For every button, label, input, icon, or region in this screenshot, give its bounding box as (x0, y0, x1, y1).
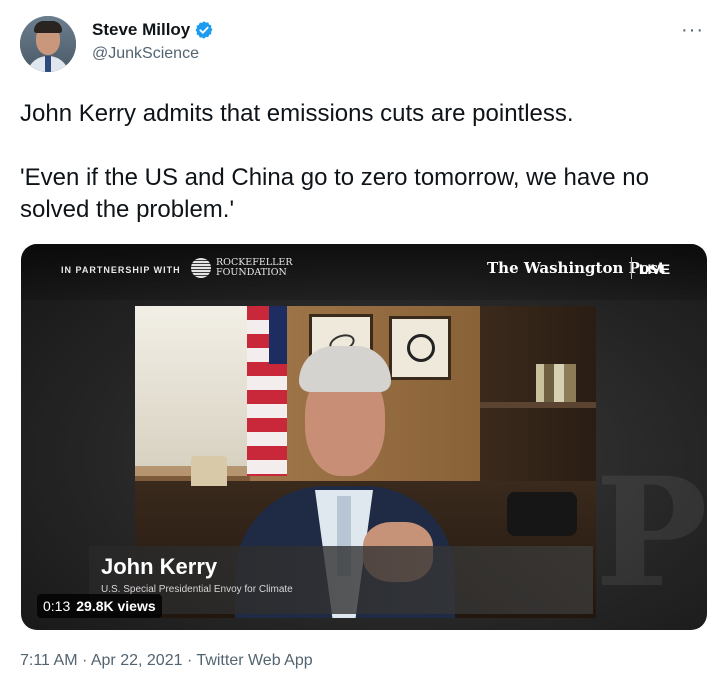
author-display-name[interactable]: Steve Milloy (92, 20, 190, 40)
tweet-text: John Kerry admits that emissions cuts ar… (20, 98, 710, 226)
foundation-name: ROCKEFELLER FOUNDATION (216, 258, 292, 278)
tweet-time[interactable]: 7:11 AM (20, 652, 78, 669)
foundation-line-2: FOUNDATION (216, 267, 287, 278)
avatar[interactable] (20, 16, 76, 72)
wall-art-loop (407, 334, 435, 362)
post-watermark-icon: P (595, 445, 707, 621)
verified-badge-icon (194, 20, 214, 40)
video-stats-badge: 0:13 29.8K views (37, 594, 162, 618)
avatar-tie (45, 56, 51, 72)
video-player[interactable]: P IN PARTNERSHIP WITH ROCKEFELLER FOUNDA… (21, 244, 707, 630)
more-options-icon[interactable]: ··· (681, 20, 704, 40)
avatar-hair (34, 21, 62, 33)
author-handle[interactable]: @JunkScience (92, 45, 199, 63)
tweet-text-line-2: 'Even if the US and China go to zero tom… (20, 164, 649, 223)
desk-phone (507, 492, 577, 536)
us-flag-canton (269, 306, 287, 364)
tweet-metadata: 7:11 AM · Apr 22, 2021 · Twitter Web App (20, 652, 313, 670)
tweet-text-line-1: John Kerry admits that emissions cuts ar… (20, 100, 574, 127)
video-top-banner: IN PARTNERSHIP WITH ROCKEFELLER FOUNDATI… (21, 244, 707, 300)
speaker-hair (299, 346, 391, 392)
partnership-label: IN PARTNERSHIP WITH (61, 265, 181, 275)
lower-third: John Kerry U.S. Special Presidential Env… (89, 546, 593, 614)
tweet-source[interactable]: Twitter Web App (196, 652, 312, 669)
meta-separator: · (186, 652, 193, 669)
video-timestamp: 0:13 (43, 598, 71, 614)
tweet-date[interactable]: Apr 22, 2021 (91, 652, 183, 669)
video-view-count: 29.8K views (76, 598, 156, 614)
shelf-books (536, 364, 576, 402)
tweet-card: Steve Milloy @JunkScience ··· John Kerry… (0, 0, 728, 690)
rockefeller-logo-icon (191, 258, 211, 278)
meta-separator: · (81, 652, 88, 669)
desk-lamp (191, 456, 227, 486)
speaker-name: John Kerry (101, 554, 218, 579)
author-name-row: Steve Milloy (92, 20, 214, 40)
background-window (135, 306, 250, 466)
shelf-board (480, 402, 596, 408)
live-label: LIVE (639, 261, 671, 277)
live-divider (631, 257, 632, 279)
wall-art-right (389, 316, 451, 380)
